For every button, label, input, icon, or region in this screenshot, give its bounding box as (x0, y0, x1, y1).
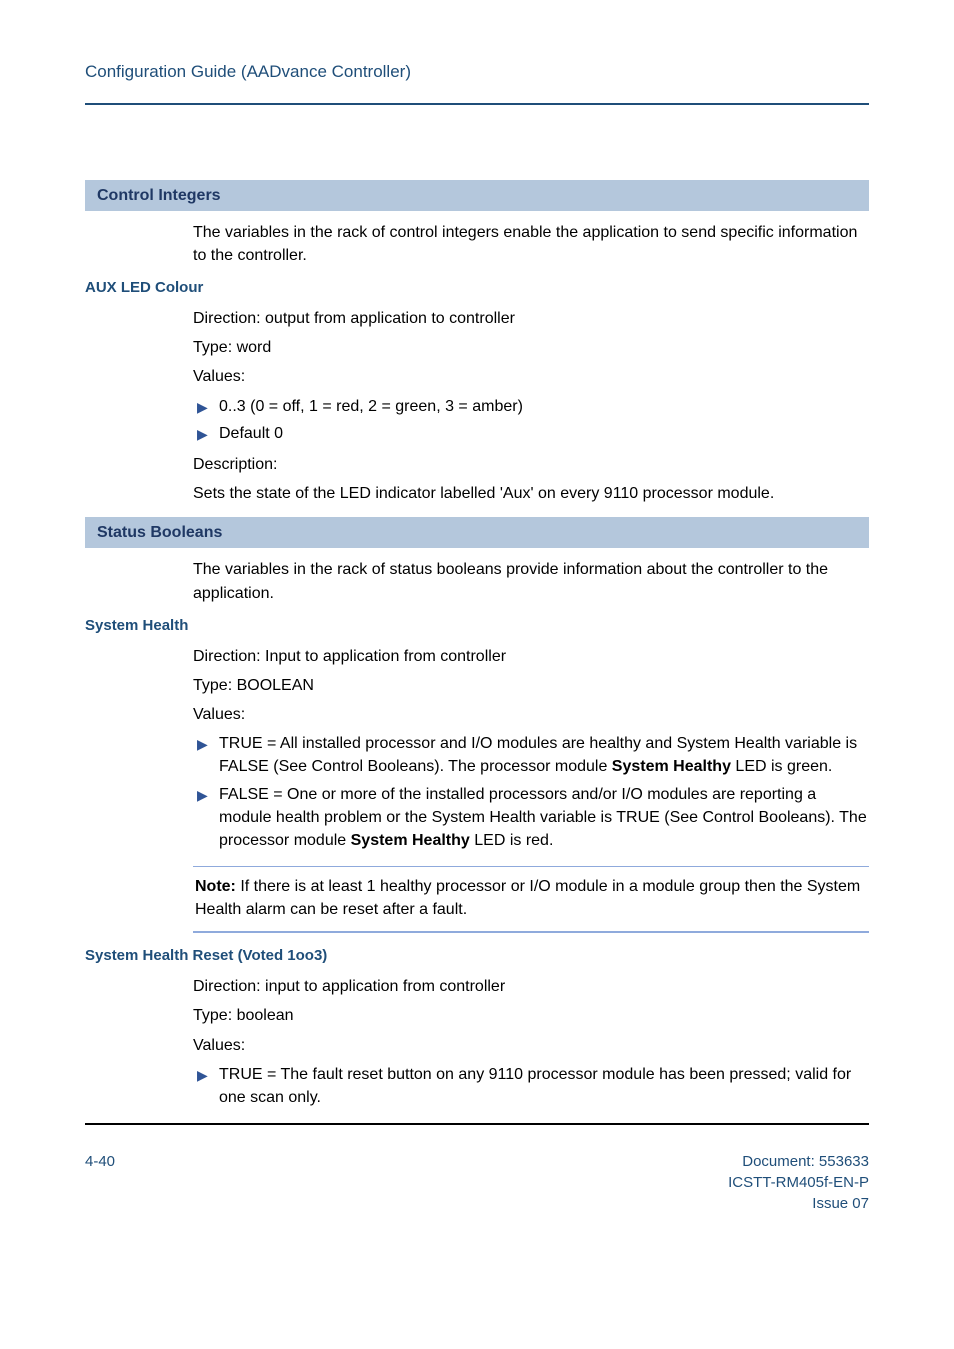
footer-issue: Issue 07 (728, 1193, 869, 1214)
bullet-arrow-icon: ▶ (197, 397, 208, 417)
field-values-label: Values: (193, 1034, 869, 1057)
list-item: ▶ Default 0 (193, 422, 869, 445)
subheading-system-health: System Health (85, 615, 869, 637)
document-header: Configuration Guide (AADvance Controller… (85, 60, 869, 85)
bullet-arrow-icon: ▶ (197, 734, 208, 754)
values-list: ▶ TRUE = All installed processor and I/O… (193, 732, 869, 852)
note-text: Note: If there is at least 1 healthy pro… (195, 878, 860, 918)
content-block: Direction: Input to application from con… (193, 645, 869, 853)
list-item-text: TRUE = The fault reset button on any 911… (219, 1066, 851, 1106)
section-title: Control Integers (97, 187, 221, 204)
field-direction: Direction: input to application from con… (193, 975, 869, 998)
list-item: ▶ TRUE = All installed processor and I/O… (193, 732, 869, 778)
field-direction: Direction: Input to application from con… (193, 645, 869, 668)
list-item-text: FALSE = One or more of the installed pro… (219, 786, 867, 849)
content-block: Direction: output from application to co… (193, 307, 869, 505)
field-type: Type: boolean (193, 1004, 869, 1027)
section-banner-control-integers: Control Integers (85, 180, 869, 211)
list-item: ▶ FALSE = One or more of the installed p… (193, 783, 869, 853)
section-intro: The variables in the rack of status bool… (85, 558, 869, 604)
page-footer: 4-40 Document: 553633 ICSTT-RM405f-EN-P … (0, 1125, 954, 1214)
section-banner-status-booleans: Status Booleans (85, 517, 869, 548)
section-title: Status Booleans (97, 524, 222, 541)
footer-doc-info: Document: 553633 ICSTT-RM405f-EN-P Issue… (728, 1151, 869, 1214)
section-intro: The variables in the rack of control int… (85, 221, 869, 267)
list-item-text: 0..3 (0 = off, 1 = red, 2 = green, 3 = a… (219, 398, 523, 415)
list-item: ▶ TRUE = The fault reset button on any 91… (193, 1063, 869, 1109)
values-list: ▶ TRUE = The fault reset button on any 91… (193, 1063, 869, 1109)
footer-document: Document: 553633 (728, 1151, 869, 1172)
page-number: 4-40 (85, 1151, 115, 1214)
field-description-text: Sets the state of the LED indicator labe… (193, 482, 869, 505)
field-values-label: Values: (193, 703, 869, 726)
bullet-arrow-icon: ▶ (197, 785, 208, 805)
field-description-label: Description: (193, 453, 869, 476)
values-list: ▶ 0..3 (0 = off, 1 = red, 2 = green, 3 = … (193, 395, 869, 445)
field-type: Type: BOOLEAN (193, 674, 869, 697)
content-block: Direction: input to application from con… (193, 975, 869, 1109)
list-item-text: Default 0 (219, 425, 283, 442)
bullet-arrow-icon: ▶ (197, 1065, 208, 1085)
header-divider (85, 103, 869, 105)
bullet-arrow-icon: ▶ (197, 424, 208, 444)
footer-code: ICSTT-RM405f-EN-P (728, 1172, 869, 1193)
list-item-text: TRUE = All installed processor and I/O m… (219, 735, 857, 775)
list-item: ▶ 0..3 (0 = off, 1 = red, 2 = green, 3 = … (193, 395, 869, 418)
subheading-aux-led-colour: AUX LED Colour (85, 277, 869, 299)
subheading-system-health-reset: System Health Reset (Voted 1oo3) (85, 945, 869, 967)
paragraph: The variables in the rack of status bool… (193, 558, 869, 604)
field-direction: Direction: output from application to co… (193, 307, 869, 330)
note-callout: Note: If there is at least 1 healthy pro… (193, 866, 869, 933)
field-values-label: Values: (193, 365, 869, 388)
paragraph: The variables in the rack of control int… (193, 221, 869, 267)
field-type: Type: word (193, 336, 869, 359)
